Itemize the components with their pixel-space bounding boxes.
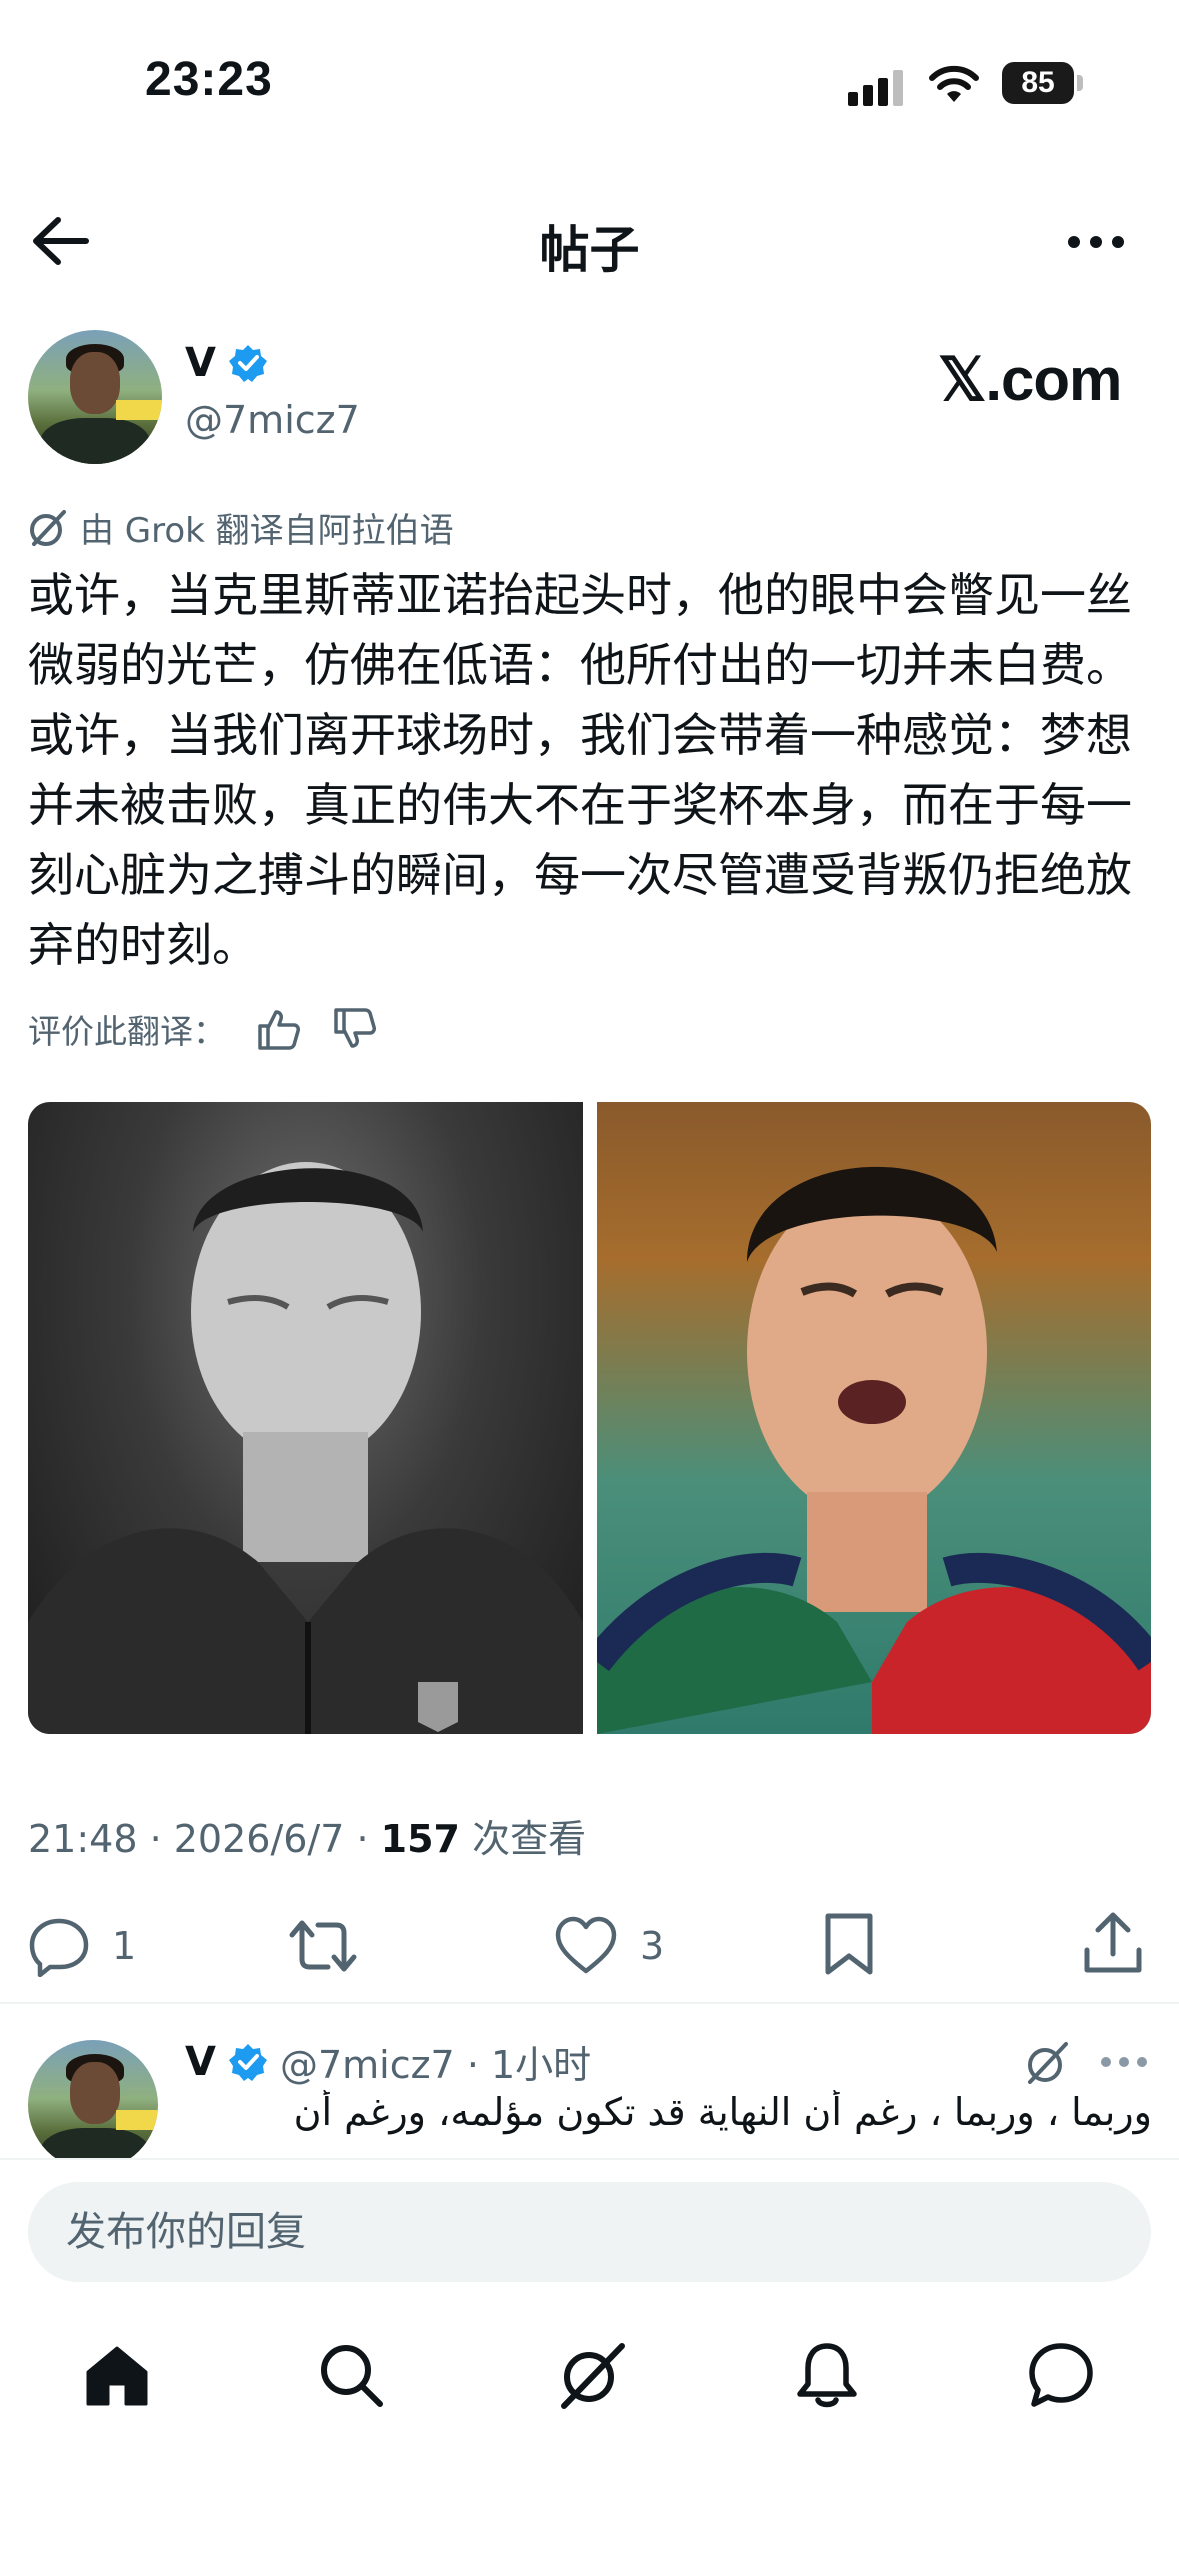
like-count: 3	[640, 1924, 665, 1968]
like-action[interactable]: 3	[554, 1915, 664, 1977]
author-handle[interactable]: @7micz7	[185, 398, 360, 442]
author-name[interactable]: V	[185, 340, 216, 386]
search-icon[interactable]	[318, 2342, 384, 2408]
reply-count: 1	[112, 1924, 137, 1968]
post-meta: 21:48 · 2026/6/7 · 157 次查看	[28, 1808, 586, 1863]
reply-action[interactable]: 1	[28, 1915, 136, 1977]
bookmark-icon[interactable]	[822, 1912, 876, 1978]
grok-icon[interactable]	[1024, 2040, 1070, 2086]
grok-icon	[30, 509, 66, 546]
x-watermark: 𝕏.com	[938, 346, 1122, 413]
more-icon[interactable]	[1066, 234, 1126, 250]
post-timestamp: 21:48 · 2026/6/7 ·	[28, 1817, 381, 1861]
views-label: 次查看	[459, 1817, 587, 1861]
divider	[0, 2002, 1179, 2004]
share-icon[interactable]	[1082, 1910, 1144, 1976]
status-time: 23:23	[145, 53, 273, 106]
post-image-1[interactable]	[28, 1102, 583, 1734]
battery-indicator: 85	[1002, 62, 1074, 104]
home-icon[interactable]	[84, 2342, 150, 2408]
page-title: 帖子	[539, 221, 640, 279]
rate-translation: 评价此翻译：	[28, 1005, 378, 1053]
thumbs-down-icon[interactable]	[332, 1006, 378, 1052]
reply-icon[interactable]	[28, 1915, 90, 1977]
reply-avatar[interactable]	[28, 2040, 158, 2170]
wifi-icon	[929, 65, 979, 102]
view-count: 157	[380, 1817, 460, 1861]
battery-cap	[1077, 75, 1083, 91]
rate-label: 评价此翻译：	[28, 1012, 226, 1051]
reply-more-icon[interactable]	[1100, 2056, 1148, 2068]
messages-icon[interactable]	[1026, 2340, 1096, 2410]
avatar[interactable]	[28, 330, 162, 464]
retweet-icon[interactable]	[288, 1915, 358, 1977]
verified-badge-icon	[228, 2043, 267, 2081]
reply-input[interactable]: 发布你的回复	[28, 2182, 1151, 2282]
verified-badge-icon	[228, 345, 267, 382]
translation-note-text: 由 Grok 翻译自阿拉伯语	[80, 511, 454, 551]
bell-icon[interactable]	[796, 2340, 858, 2410]
signal-icon	[848, 70, 903, 106]
thumbs-up-icon[interactable]	[256, 1006, 302, 1052]
post-text: 或许，当克里斯蒂亚诺抬起头时，他的眼中会瞥见一丝微弱的光芒，仿佛在低语：他所付出…	[28, 568, 1132, 972]
reply-handle-time: @7micz7 · 1小时	[279, 2043, 592, 2087]
post-image-2[interactable]	[597, 1102, 1151, 1734]
translation-note: 由 Grok 翻译自阿拉伯语	[28, 503, 454, 552]
like-icon[interactable]	[554, 1915, 618, 1977]
reply-author-name[interactable]: V	[185, 2039, 216, 2085]
reply-text: وربما ، وربما ، رغم أن النهاية قد تكون م…	[293, 2090, 1152, 2134]
grok-tab-icon[interactable]	[556, 2340, 626, 2410]
